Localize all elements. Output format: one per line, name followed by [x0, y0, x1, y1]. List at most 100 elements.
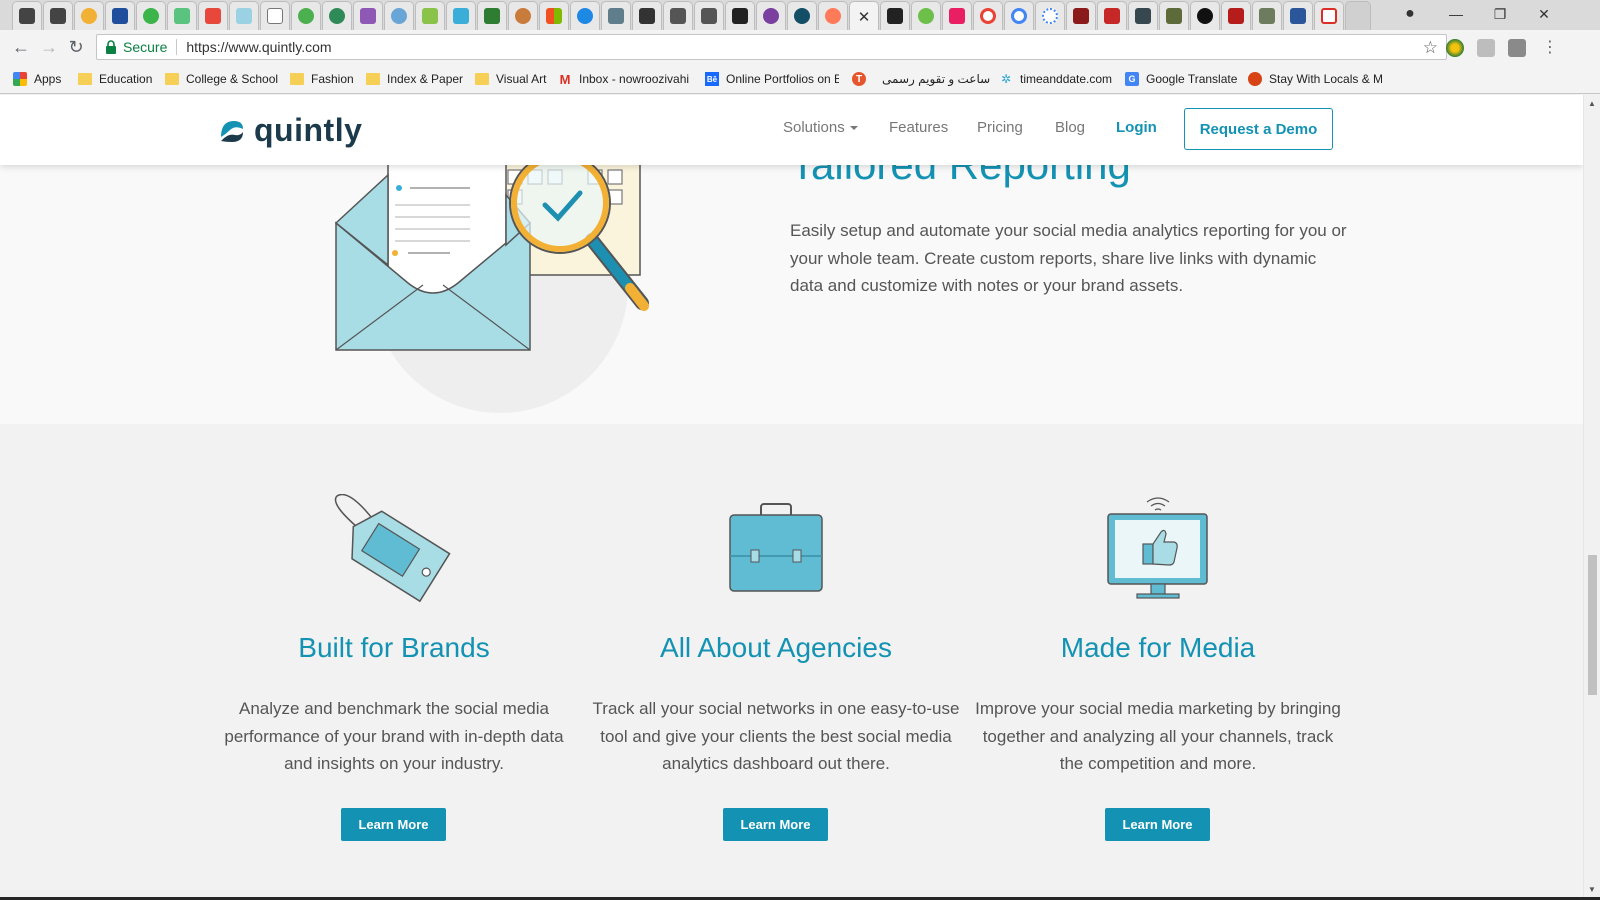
forward-icon[interactable]: →: [37, 35, 61, 59]
browser-tab[interactable]: [1004, 1, 1034, 30]
browser-tab[interactable]: [322, 1, 352, 30]
back-icon[interactable]: ←: [9, 35, 33, 59]
bookmark-apps[interactable]: Apps: [13, 71, 61, 87]
browser-tab[interactable]: [12, 1, 42, 30]
browser-tab[interactable]: [818, 1, 848, 30]
browser-tab[interactable]: [384, 1, 414, 30]
browser-tab[interactable]: [136, 1, 166, 30]
browser-tab[interactable]: [508, 1, 538, 30]
learn-more-button[interactable]: Learn More: [341, 808, 446, 841]
scroll-down-icon[interactable]: ▼: [1588, 885, 1596, 894]
browser-tab[interactable]: [1128, 1, 1158, 30]
browser-tab[interactable]: [694, 1, 724, 30]
browser-tab[interactable]: [942, 1, 972, 30]
monitor-thumbs-up-icon: [1107, 497, 1208, 599]
browser-tab[interactable]: [477, 1, 507, 30]
bookmark-folder[interactable]: Education: [78, 71, 152, 87]
bookmark-folder[interactable]: Fashion: [290, 71, 354, 87]
menu-icon[interactable]: ⋮: [1538, 35, 1562, 59]
browser-tab[interactable]: [229, 1, 259, 30]
extension-icon[interactable]: [1477, 39, 1495, 57]
close-window-icon[interactable]: ✕: [1522, 0, 1566, 28]
extension-icon[interactable]: [1446, 39, 1464, 57]
browser-tab[interactable]: [570, 1, 600, 30]
browser-tab[interactable]: [260, 1, 290, 30]
nav-login[interactable]: Login: [1116, 119, 1157, 136]
browser-tab[interactable]: [725, 1, 755, 30]
browser-tab[interactable]: [1283, 1, 1313, 30]
nav-features[interactable]: Features: [889, 119, 948, 136]
browser-tab[interactable]: [105, 1, 135, 30]
page-scrollbar[interactable]: ▲ ▼: [1583, 95, 1600, 897]
bookmark-persian-calendar[interactable]: ساعت و تقویم رسمی: [882, 71, 990, 87]
bookmark-timeanddate[interactable]: ✲ timeanddate.com: [999, 71, 1112, 87]
browser-tab[interactable]: [539, 1, 569, 30]
browser-tab[interactable]: [1252, 1, 1282, 30]
browser-tab[interactable]: [1314, 1, 1344, 30]
browser-tab[interactable]: [43, 1, 73, 30]
minimize-icon[interactable]: —: [1434, 0, 1478, 28]
bookmark-folder[interactable]: Visual Art: [475, 71, 546, 87]
browser-tab[interactable]: [198, 1, 228, 30]
nav-blog[interactable]: Blog: [1055, 119, 1085, 136]
browser-tab[interactable]: [632, 1, 662, 30]
browser-tab[interactable]: [291, 1, 321, 30]
site-header: quintly Solutions Features Pricing Blog …: [0, 95, 1583, 165]
browser-tab[interactable]: [880, 1, 910, 30]
learn-more-button[interactable]: Learn More: [723, 808, 828, 841]
browser-tab[interactable]: [973, 1, 1003, 30]
browser-tab[interactable]: [1035, 1, 1065, 30]
profile-icon[interactable]: ●: [1388, 0, 1432, 28]
bookmark-star-icon[interactable]: ☆: [1423, 38, 1438, 58]
bookmark-google-translate[interactable]: G Google Translate: [1125, 71, 1237, 87]
browser-tab-active[interactable]: ✕: [849, 1, 879, 31]
nav-solutions[interactable]: Solutions: [783, 119, 858, 136]
browser-tab[interactable]: [787, 1, 817, 30]
bookmark-folder[interactable]: College & School: [165, 71, 278, 87]
address-bar[interactable]: Secure https://www.quintly.com ☆: [96, 34, 1447, 60]
tab-close-icon[interactable]: ✕: [858, 8, 871, 26]
browser-tab[interactable]: [1159, 1, 1189, 30]
learn-more-button[interactable]: Learn More: [1105, 808, 1210, 841]
tab-favicon-icon: [980, 8, 996, 24]
tab-favicon-icon: [1073, 8, 1089, 24]
browser-tab[interactable]: [1097, 1, 1127, 30]
browser-tab[interactable]: [1190, 1, 1220, 30]
browser-tab[interactable]: [415, 1, 445, 30]
tab-favicon-icon: [329, 8, 345, 24]
bookmark-gmail[interactable]: M Inbox - nowroozivahi: [558, 71, 692, 87]
bookmark-t[interactable]: T: [852, 71, 873, 87]
browser-tab[interactable]: [663, 1, 693, 30]
reload-icon[interactable]: ↻: [64, 35, 88, 59]
nav-pricing[interactable]: Pricing: [977, 119, 1023, 136]
browser-tab[interactable]: [756, 1, 786, 30]
browser-tab[interactable]: [353, 1, 383, 30]
bookmark-label: timeanddate.com: [1020, 72, 1113, 86]
bookmark-folder[interactable]: Index & Paper: [366, 71, 463, 87]
bookmark-behance[interactable]: Bē Online Portfolios on B: [705, 71, 839, 87]
new-tab-button[interactable]: [1345, 1, 1371, 30]
scrollbar-thumb[interactable]: [1588, 555, 1597, 695]
tab-favicon-icon: [639, 8, 655, 24]
request-demo-button[interactable]: Request a Demo: [1184, 108, 1333, 150]
restore-icon[interactable]: ❐: [1478, 0, 1522, 28]
browser-tab[interactable]: [74, 1, 104, 30]
bookmark-label: Inbox - nowroozivahi: [579, 72, 690, 86]
scroll-up-icon[interactable]: ▲: [1588, 99, 1596, 108]
tab-favicon-icon: [918, 8, 934, 24]
browser-tab[interactable]: [1221, 1, 1251, 30]
quintly-logo[interactable]: quintly: [218, 112, 362, 149]
browser-tab[interactable]: [911, 1, 941, 30]
feature-description: Analyze and benchmark the social media p…: [224, 699, 564, 773]
tab-favicon-icon: [1104, 8, 1120, 24]
tab-favicon-icon: [1259, 8, 1275, 24]
bookmark-stay-with-locals[interactable]: Stay With Locals & M: [1248, 71, 1382, 87]
camera-icon[interactable]: [1508, 39, 1526, 57]
browser-tab[interactable]: [446, 1, 476, 30]
browser-tab[interactable]: [601, 1, 631, 30]
browser-tab[interactable]: [1066, 1, 1096, 30]
browser-tab[interactable]: [167, 1, 197, 30]
url-text[interactable]: https://www.quintly.com: [186, 39, 331, 55]
tab-favicon-icon: [701, 8, 717, 24]
bookmark-label: ساعت و تقویم رسمی: [882, 72, 991, 86]
